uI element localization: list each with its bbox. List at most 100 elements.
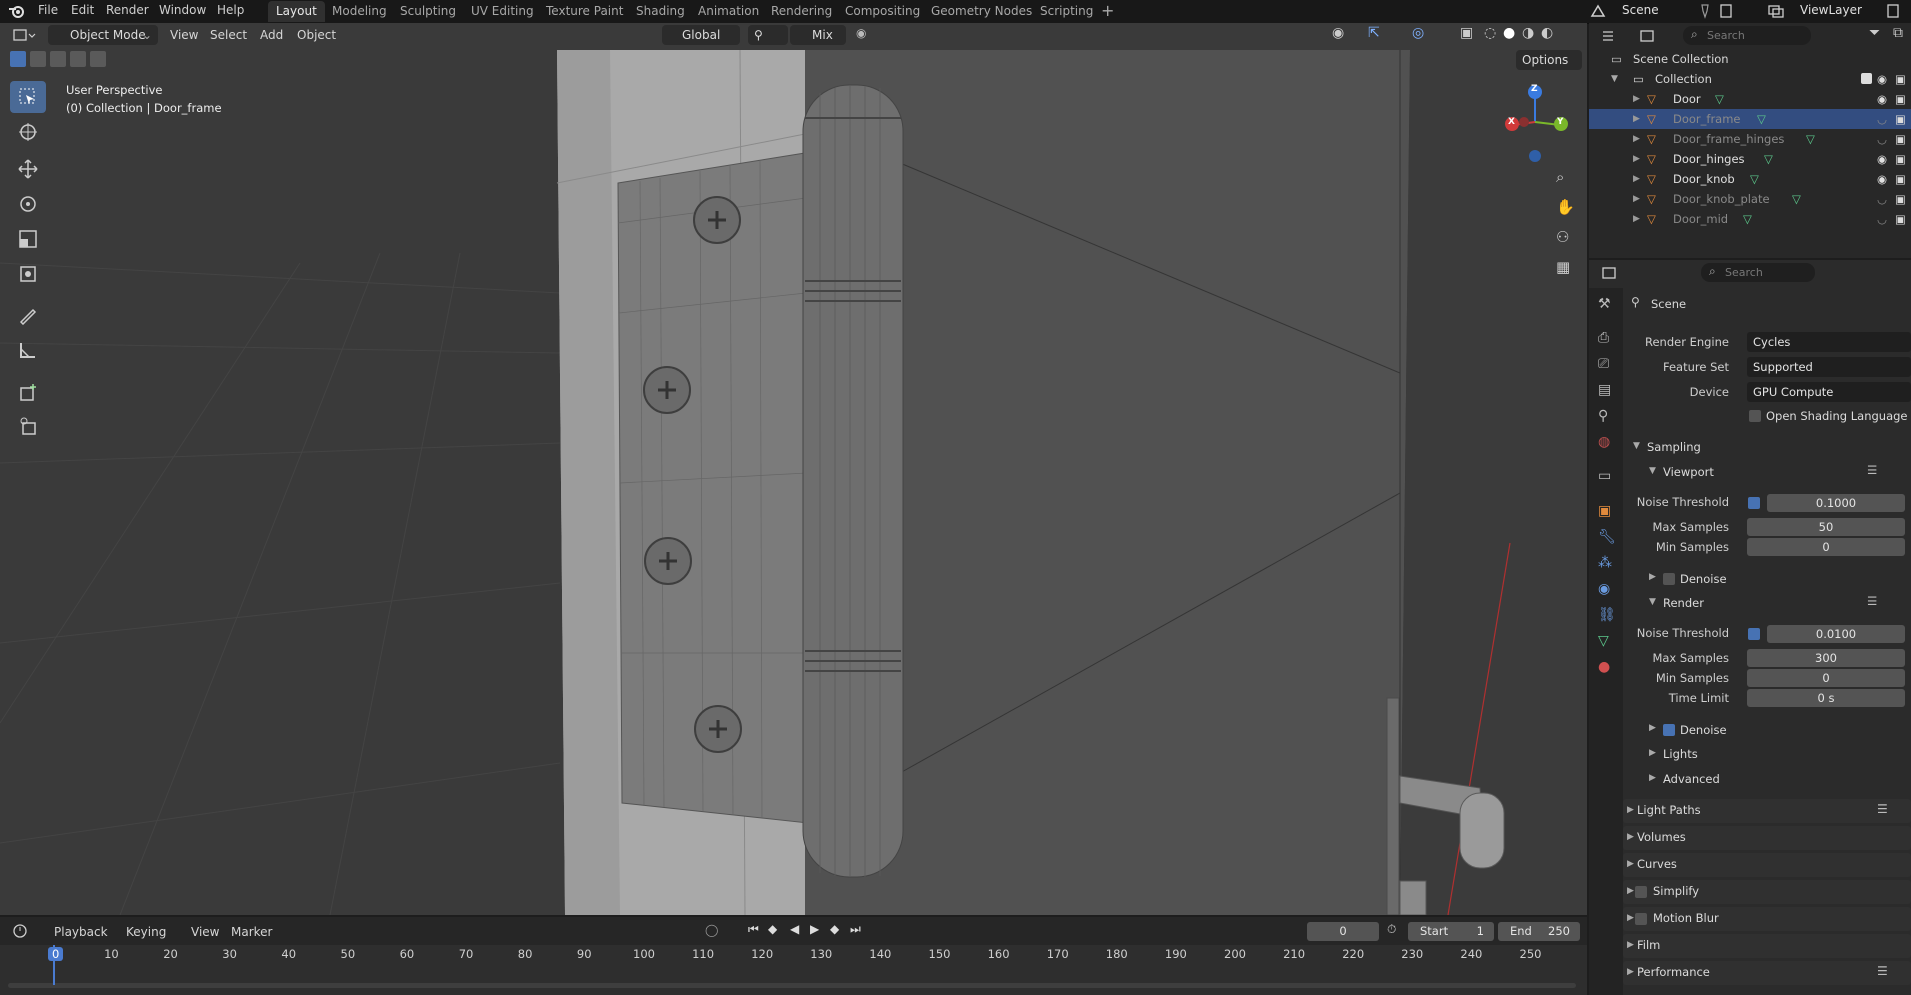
scale-tool[interactable]: [10, 223, 46, 255]
camera-icon[interactable]: ▣: [1895, 149, 1906, 169]
menu-render[interactable]: Render: [106, 3, 149, 17]
stopwatch-icon[interactable]: ⏱: [1387, 922, 1396, 937]
select-new-icon[interactable]: [10, 51, 26, 67]
options-button[interactable]: Options: [1516, 50, 1582, 70]
tab-rendering[interactable]: Rendering: [763, 1, 840, 22]
chevron-right-icon[interactable]: ▶: [1649, 773, 1656, 783]
blender-logo-icon[interactable]: [8, 3, 26, 19]
panel-header[interactable]: ▶ Performance ☰: [1623, 961, 1911, 985]
vp-noise-threshold-field[interactable]: 0.1000: [1767, 494, 1905, 512]
tab-layout[interactable]: Layout: [268, 1, 325, 22]
chevron-down-icon[interactable]: ▼: [1633, 441, 1640, 451]
menu-keying[interactable]: Keying: [126, 925, 166, 939]
zoom-icon[interactable]: ⌕: [1556, 168, 1564, 186]
select-extend-icon[interactable]: [30, 51, 46, 67]
tab-uv-editing[interactable]: UV Editing: [463, 1, 542, 22]
render-engine-dropdown[interactable]: Cycles: [1747, 332, 1911, 352]
menu-help[interactable]: Help: [217, 3, 244, 17]
orientation-dropdown[interactable]: Global: [662, 25, 740, 45]
chevron-right-icon[interactable]: ▶: [1649, 748, 1656, 758]
outliner-row-object[interactable]: ▶ ▽ Door_frame ▽ ◡ ▣: [1589, 109, 1911, 129]
chevron-right-icon[interactable]: ▶: [1633, 89, 1640, 109]
r-max-samples-field[interactable]: 300: [1747, 649, 1905, 667]
outliner-search[interactable]: ⌕ Search: [1683, 26, 1811, 45]
device-dropdown[interactable]: GPU Compute: [1747, 382, 1911, 402]
eye-icon[interactable]: ◉: [1877, 169, 1887, 189]
eye-icon[interactable]: ◉: [1877, 69, 1887, 89]
outliner-row-object[interactable]: ▶ ▽ Door_frame_hinges ▽ ◡ ▣: [1589, 129, 1911, 149]
camera-view-icon[interactable]: ⚇: [1556, 228, 1569, 246]
chevron-right-icon[interactable]: ▶: [1633, 209, 1640, 229]
material-shading-icon[interactable]: ◑: [1522, 25, 1534, 41]
gizmo-icon[interactable]: ⇱: [1368, 25, 1380, 41]
new-collection-icon[interactable]: ⧉: [1893, 25, 1903, 41]
properties-search[interactable]: ⌕ Search: [1701, 263, 1815, 282]
time-limit-field[interactable]: 0 s: [1747, 689, 1905, 707]
eye-icon[interactable]: ◉: [1877, 89, 1887, 109]
render-subpanel-header[interactable]: Render: [1663, 596, 1704, 610]
camera-icon[interactable]: ▣: [1895, 189, 1906, 209]
eye-closed-icon[interactable]: ◡: [1877, 189, 1887, 209]
transform-tool[interactable]: [10, 258, 46, 290]
constraints-tab-icon[interactable]: ⛓︎: [1598, 607, 1616, 623]
output-tab-icon[interactable]: ⎚: [1598, 356, 1609, 372]
play-icon[interactable]: ▶: [810, 922, 819, 936]
menu-file[interactable]: File: [38, 3, 58, 17]
vp-min-samples-field[interactable]: 0: [1747, 538, 1905, 556]
menu-view[interactable]: View: [170, 28, 198, 42]
physics-tab-icon[interactable]: ◉: [1598, 581, 1610, 597]
presets-list-icon[interactable]: ☰: [1877, 802, 1888, 816]
camera-icon[interactable]: ▣: [1895, 209, 1906, 229]
filter-icon[interactable]: ⏷: [1869, 25, 1880, 41]
menu-window[interactable]: Window: [159, 3, 206, 17]
vp-noise-threshold-checkbox[interactable]: [1748, 497, 1760, 509]
outliner-editor-type-icon[interactable]: [1601, 28, 1625, 44]
select-box-tool[interactable]: [10, 81, 46, 113]
play-reverse-icon[interactable]: ◀: [790, 922, 799, 936]
chevron-right-icon[interactable]: ▶: [1649, 723, 1656, 733]
camera-icon[interactable]: ▣: [1895, 109, 1906, 129]
data-tab-icon[interactable]: ▽: [1598, 633, 1609, 649]
eye-icon[interactable]: ◉: [1877, 149, 1887, 169]
collection-tab-icon[interactable]: ▭: [1598, 468, 1611, 484]
menu-edit[interactable]: Edit: [71, 3, 94, 17]
render-tab-icon[interactable]: ⎙: [1598, 330, 1609, 346]
select-subtract-icon[interactable]: [50, 51, 66, 67]
mode-dropdown[interactable]: Object Mode ⌄: [48, 25, 158, 45]
properties-editor-type-icon[interactable]: [1601, 265, 1625, 281]
view-layer-icon[interactable]: [1767, 3, 1785, 19]
new-view-layer-icon[interactable]: [1885, 3, 1901, 19]
3d-viewport[interactable]: [0, 23, 1587, 915]
chevron-right-icon[interactable]: ▶: [1649, 572, 1656, 582]
current-frame-field[interactable]: 0: [1307, 922, 1379, 941]
r-denoise-checkbox[interactable]: [1663, 724, 1675, 736]
menu-playback[interactable]: Playback: [54, 925, 108, 939]
rotate-tool[interactable]: [10, 188, 46, 220]
r-min-samples-field[interactable]: 0: [1747, 669, 1905, 687]
rendered-shading-icon[interactable]: ◐: [1541, 25, 1553, 41]
scene-icon[interactable]: [1590, 3, 1606, 19]
vp-denoise-label[interactable]: Denoise: [1680, 572, 1727, 586]
panel-enable-checkbox[interactable]: [1635, 913, 1647, 925]
snap-dropdown[interactable]: Mix: [790, 25, 846, 45]
select-invert-icon[interactable]: [70, 51, 86, 67]
outliner-row-object[interactable]: ▶ ▽ Door_knob_plate ▽ ◡ ▣: [1589, 189, 1911, 209]
camera-icon[interactable]: ▣: [1895, 89, 1906, 109]
panel-header[interactable]: ▶ Light Paths ☰: [1623, 799, 1911, 823]
tab-texture-paint[interactable]: Texture Paint: [538, 1, 631, 22]
timeline-editor-type-icon[interactable]: [12, 923, 36, 939]
outliner-row-collection[interactable]: ▼ ▭ Collection ◉ ▣: [1589, 69, 1911, 89]
end-frame-field[interactable]: End 250: [1498, 922, 1580, 941]
camera-icon[interactable]: ▣: [1895, 169, 1906, 189]
chevron-right-icon[interactable]: ▶: [1633, 169, 1640, 189]
view-layer-name[interactable]: ViewLayer: [1800, 3, 1862, 17]
tab-animation[interactable]: Animation: [690, 1, 767, 22]
proportional-edit-icon[interactable]: ◉: [856, 26, 866, 40]
tab-shading[interactable]: Shading: [628, 1, 693, 22]
add-cube-tool[interactable]: [10, 376, 46, 408]
annotate-tool[interactable]: [10, 299, 46, 331]
measure-tool[interactable]: [10, 334, 46, 366]
vp-max-samples-field[interactable]: 50: [1747, 518, 1905, 536]
collection-checkbox[interactable]: [1861, 73, 1872, 84]
tab-scripting[interactable]: Scripting: [1032, 1, 1101, 22]
